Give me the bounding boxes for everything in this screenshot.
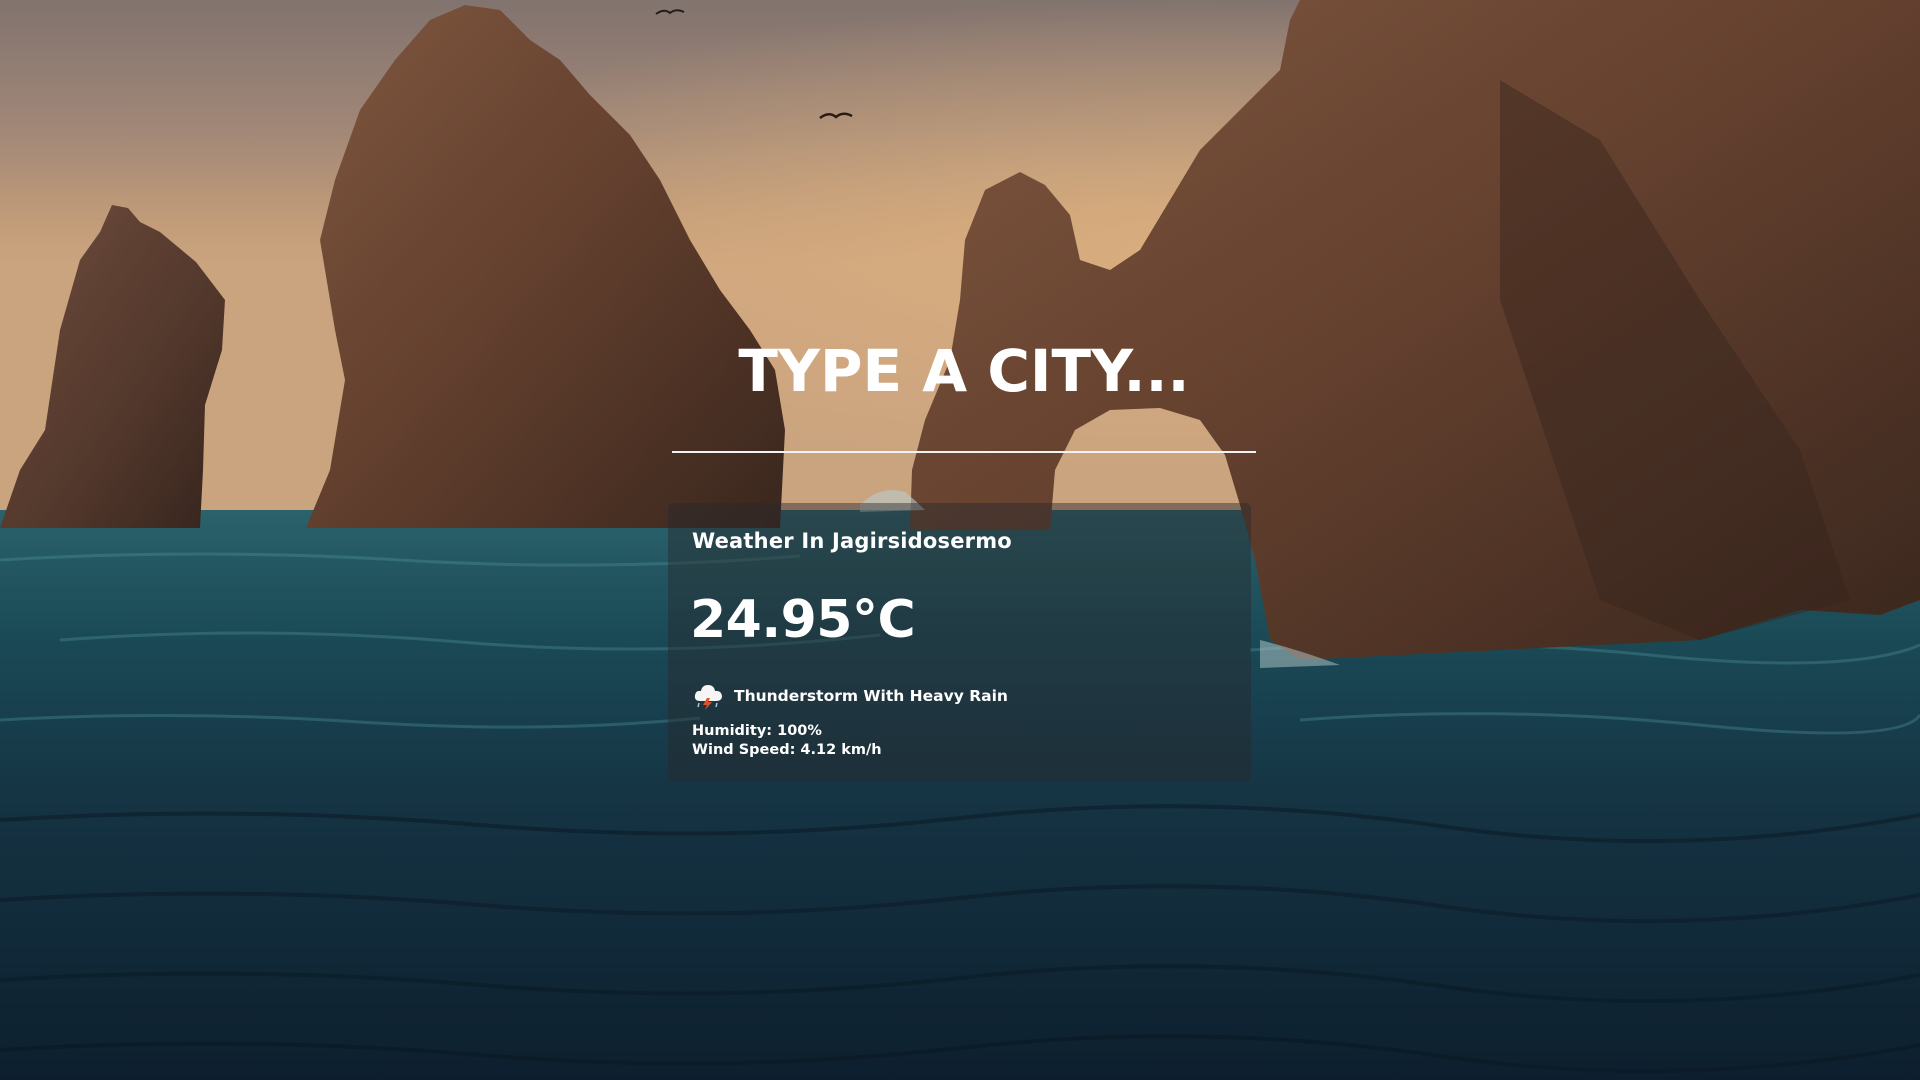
temperature-value: 24.95°C <box>690 590 916 650</box>
city-search <box>672 290 1256 455</box>
city-heading: Weather In Jagirsidosermo <box>692 529 1012 553</box>
condition-row: Thunderstorm With Heavy Rain <box>692 681 1008 711</box>
weather-card: Weather In Jagirsidosermo 24.95°C Thunde… <box>668 503 1251 782</box>
wind-speed-text: Wind Speed: 4.12 km/h <box>692 742 882 758</box>
humidity-text: Humidity: 100% <box>692 723 822 739</box>
weather-description: Thunderstorm With Heavy Rain <box>734 687 1008 705</box>
weather-app: Weather In Jagirsidosermo 24.95°C Thunde… <box>0 0 1920 1080</box>
weather-details: Humidity: 100% Wind Speed: 4.12 km/h <box>692 722 882 760</box>
thunderstorm-cloud-icon <box>694 685 722 710</box>
city-search-input[interactable] <box>672 290 1256 453</box>
